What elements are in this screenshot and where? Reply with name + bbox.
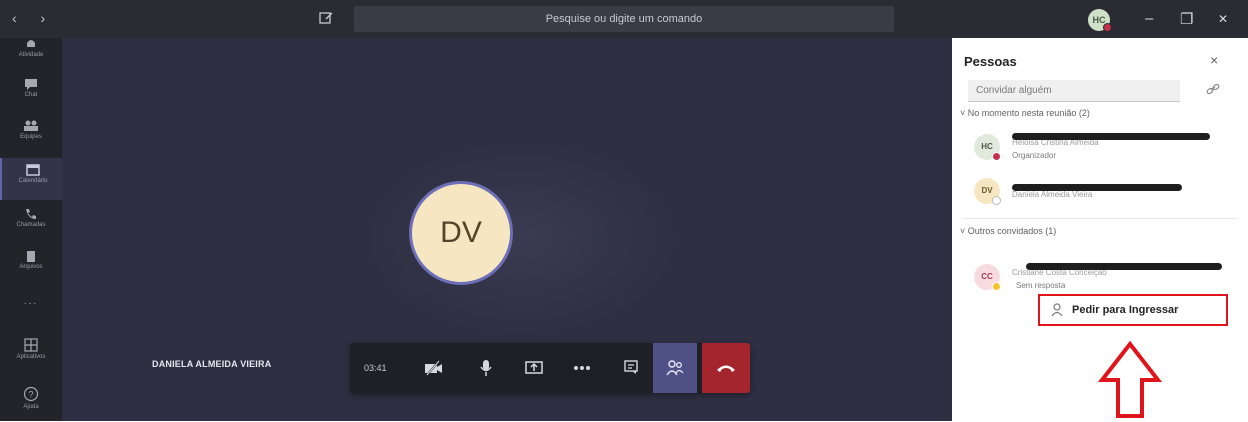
call-controls: 03:41: [350, 343, 750, 393]
section-divider: [962, 218, 1238, 219]
rail-item-teams[interactable]: Equipes: [0, 114, 62, 156]
rail-label: Calendário: [18, 178, 48, 184]
close-panel-button[interactable]: ×: [1210, 52, 1218, 68]
nav-arrows[interactable]: ‹ ›: [12, 10, 55, 26]
presence-dot: [1103, 23, 1112, 32]
rail-item-help[interactable]: ? Ajuda: [0, 380, 62, 422]
redacted-name-bar: [1012, 184, 1182, 191]
bell-icon: [27, 40, 35, 47]
rail-item-calls[interactable]: Chamadas: [0, 202, 62, 244]
show-participants-button[interactable]: [653, 343, 697, 393]
presence-dot: [992, 196, 1001, 205]
panel-title: Pessoas: [964, 54, 1017, 69]
in-meeting-header-label: No momento nesta reunião (2): [967, 108, 1090, 118]
show-chat-button[interactable]: [612, 343, 652, 393]
collapse-chevron-icon: ˅: [960, 226, 968, 236]
presence-dot: [992, 152, 1001, 161]
video-off-icon: [425, 360, 442, 376]
people-icon: [666, 360, 684, 376]
search-input[interactable]: Pesquise ou digite um comando: [354, 6, 894, 32]
participant-initials: HC: [981, 142, 993, 151]
close-window-button[interactable]: ✕: [1218, 12, 1228, 26]
compose-icon[interactable]: [318, 10, 334, 26]
participant-avatar-dv: DV: [974, 178, 1001, 205]
others-section-header[interactable]: ˅ Outros convidados (1): [960, 226, 1056, 236]
apps-icon: [24, 338, 38, 352]
svg-text:?: ?: [28, 390, 33, 400]
share-link-icon[interactable]: [1206, 82, 1220, 96]
rail-item-calendar[interactable]: Calendário: [0, 158, 64, 200]
participant-status: Sem resposta: [1016, 281, 1066, 290]
participant-initials: DV: [981, 186, 993, 195]
rail-label: Aplicativos: [16, 354, 46, 360]
rail-label: Equipes: [20, 134, 42, 140]
annotation-arrow-icon: [1098, 340, 1162, 418]
others-header-label: Outros convidados (1): [967, 226, 1057, 236]
rail-label: Atividade: [18, 52, 44, 58]
participant-initials: CC: [981, 272, 993, 281]
people-panel: Pessoas × Convidar alguém ˅ No momento n…: [952, 38, 1248, 421]
ask-to-join-button[interactable]: Pedir para Ingressar: [1038, 294, 1228, 326]
participant-avatar-hc: HC: [974, 134, 1001, 161]
presence-dot: [992, 282, 1001, 291]
rail-item-chat[interactable]: Chat: [0, 72, 62, 114]
redacted-name-bar: [1026, 263, 1222, 270]
participant-role: Organizador: [1012, 151, 1057, 160]
minimize-button[interactable]: –: [1145, 10, 1153, 27]
rail-item-apps[interactable]: Aplicativos: [0, 332, 62, 374]
participant-name-ghost: Daniela Almeida Vieira: [1012, 190, 1093, 199]
share-screen-button[interactable]: [514, 343, 554, 393]
rail-item-activity[interactable]: Atividade: [0, 32, 62, 74]
participant-avatar-cc: CC: [974, 264, 1001, 291]
rail-label: Chat: [24, 92, 38, 98]
calendar-icon: [26, 164, 40, 176]
more-options-button[interactable]: [562, 343, 602, 393]
rail-label: Ajuda: [23, 404, 39, 410]
chat-icon: [624, 360, 638, 374]
call-timer: 03:41: [364, 363, 387, 373]
app-rail: Atividade Chat Equipes Calendário Chamad…: [0, 38, 64, 422]
user-avatar[interactable]: HC: [1088, 9, 1112, 32]
camera-toggle-button[interactable]: [414, 343, 454, 393]
invite-input[interactable]: Convidar alguém: [968, 80, 1180, 102]
share-screen-icon: [525, 361, 543, 374]
title-bar: ‹ › Pesquise ou digite um comando HC – ❐…: [0, 0, 1248, 38]
redacted-name-bar: [1012, 133, 1210, 140]
more-options-icon: [574, 366, 590, 370]
phone-icon: [26, 209, 36, 219]
invite-person-icon: [1051, 303, 1063, 317]
files-icon: [27, 251, 35, 262]
participant-name: DANIELA ALMEIDA VIEIRA: [152, 359, 272, 369]
microphone-icon: [480, 360, 492, 376]
rail-item-files[interactable]: Arquivos: [0, 244, 62, 286]
hangup-icon: [717, 365, 735, 372]
participant-avatar: DV: [409, 181, 513, 285]
maximize-button[interactable]: ❐: [1180, 10, 1193, 28]
rail-label: Chamadas: [16, 222, 46, 228]
help-icon: ?: [23, 386, 39, 402]
in-meeting-section-header[interactable]: ˅ No momento nesta reunião (2): [960, 108, 1090, 118]
ask-to-join-label: Pedir para Ingressar: [1072, 304, 1179, 316]
rail-more-button[interactable]: ...: [0, 296, 62, 316]
collapse-chevron-icon: ˅: [960, 108, 968, 118]
microphone-button[interactable]: [466, 343, 506, 393]
chat-icon: [25, 79, 37, 90]
teams-icon: [24, 120, 38, 131]
rail-label: Arquivos: [19, 264, 43, 270]
hang-up-button[interactable]: [702, 343, 750, 393]
